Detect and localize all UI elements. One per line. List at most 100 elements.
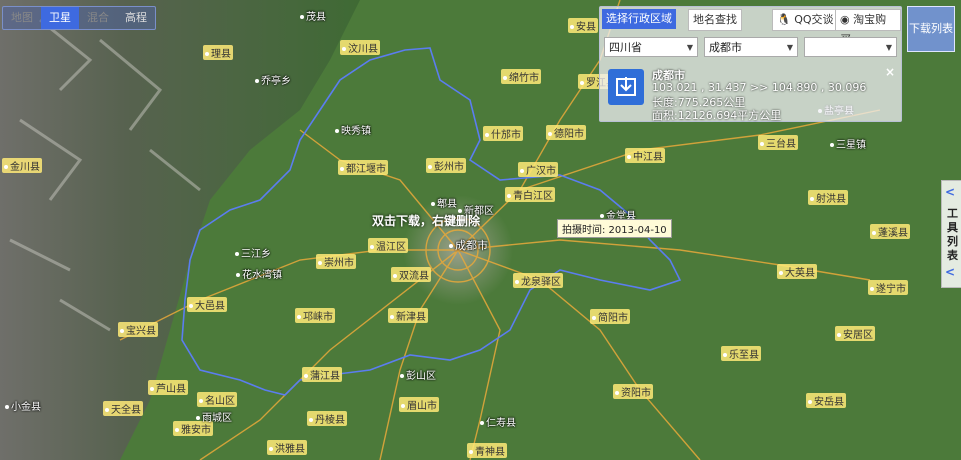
- map-place-label: 小金县: [5, 398, 41, 413]
- map-place-label: 乔亭乡: [255, 72, 291, 87]
- place-name: 双流县: [399, 271, 429, 282]
- place-dot-icon: [480, 421, 484, 425]
- map-place-label: 安居区: [835, 326, 875, 341]
- place-dot-icon: [872, 231, 876, 235]
- place-name: 金川县: [10, 162, 40, 173]
- place-name: 邛崃市: [303, 312, 333, 323]
- double-click-hint: 双击下载，右键删除: [372, 214, 481, 228]
- place-name: 仁寿县: [486, 418, 516, 429]
- place-name: 龙泉驿区: [521, 277, 561, 288]
- map-place-label: 芦山县: [148, 380, 188, 395]
- map-place-label: 遂宁市: [868, 280, 908, 295]
- map-tab-hybrid[interactable]: 混合: [79, 7, 117, 29]
- place-dot-icon: [723, 353, 727, 357]
- city-value: 成都市: [709, 41, 742, 54]
- map-place-label: 青白江区: [505, 187, 555, 202]
- district-select[interactable]: ▼: [804, 37, 897, 57]
- chevron-left-icon[interactable]: <: [945, 185, 955, 199]
- place-dot-icon: [830, 143, 834, 147]
- place-dot-icon: [175, 428, 179, 432]
- map-place-label: 仁寿县: [480, 414, 516, 429]
- place-dot-icon: [627, 155, 631, 159]
- place-dot-icon: [449, 244, 453, 248]
- place-name: 茂县: [306, 12, 326, 23]
- place-dot-icon: [485, 133, 489, 137]
- region-download-icon[interactable]: [608, 69, 644, 105]
- photo-time-tooltip: 拍摄时间: 2013-04-10: [557, 219, 672, 238]
- map-place-label: 简阳市: [590, 309, 630, 324]
- place-dot-icon: [431, 202, 435, 206]
- place-name: 大英县: [785, 268, 815, 279]
- qq-chat-label: QQ交谈: [794, 13, 834, 26]
- place-dot-icon: [390, 315, 394, 319]
- place-name: 都江堰市: [346, 164, 386, 175]
- place-dot-icon: [255, 79, 259, 83]
- qq-chat-button[interactable]: 🐧 QQ交谈: [772, 9, 839, 31]
- city-select[interactable]: 成都市 ▼: [704, 37, 798, 57]
- map-place-label: 射洪县: [808, 190, 848, 205]
- place-name: 温江区: [376, 242, 406, 253]
- place-dot-icon: [548, 132, 552, 136]
- map-place-label: 邛崃市: [295, 308, 335, 323]
- close-icon[interactable]: ×: [885, 65, 895, 79]
- place-name: 崇州市: [324, 258, 354, 269]
- map-place-label: 映秀镇: [335, 122, 371, 137]
- map-place-label: 龙泉驿区: [513, 273, 563, 288]
- tab-place-search[interactable]: 地名查找: [688, 9, 742, 31]
- map-place-label: 名山区: [197, 392, 237, 407]
- map-place-label: 广汉市: [518, 162, 558, 177]
- qq-icon: 🐧: [777, 13, 791, 26]
- place-dot-icon: [236, 273, 240, 277]
- place-name: 简阳市: [598, 313, 628, 324]
- map-place-label: 大邑县: [187, 297, 227, 312]
- place-dot-icon: [393, 274, 397, 278]
- place-name: 映秀镇: [341, 126, 371, 137]
- chevron-down-icon: ▼: [885, 43, 892, 52]
- place-name: 郫县: [437, 199, 457, 210]
- place-dot-icon: [760, 142, 764, 146]
- place-name: 洪雅县: [275, 444, 305, 455]
- map-place-label: 新津县: [388, 308, 428, 323]
- place-dot-icon: [600, 214, 604, 218]
- place-name: 蒲江县: [310, 371, 340, 382]
- map-place-label: 天全县: [103, 401, 143, 416]
- place-name: 雨城区: [202, 413, 232, 424]
- province-select[interactable]: 四川省 ▼: [604, 37, 698, 57]
- taobao-buy-button[interactable]: ◉ 淘宝购买: [835, 9, 901, 46]
- map-place-label: 大英县: [777, 264, 817, 279]
- map-tab-elevation[interactable]: 高程: [117, 7, 155, 29]
- map-place-label: 花水湾镇: [236, 266, 282, 281]
- map-place-label: 都江堰市: [338, 160, 388, 175]
- place-dot-icon: [105, 408, 109, 412]
- tab-admin-region[interactable]: 选择行政区域: [602, 9, 676, 29]
- map-place-label: 茂县: [300, 8, 326, 23]
- map-place-label: 资阳市: [613, 384, 653, 399]
- place-name: 青白江区: [513, 191, 553, 202]
- place-dot-icon: [335, 129, 339, 133]
- map-place-label: 崇州市: [316, 254, 356, 269]
- chevron-left-icon[interactable]: <: [945, 265, 955, 279]
- map-tab-satellite[interactable]: 卫星: [41, 7, 79, 29]
- download-list-button[interactable]: 下载列表: [907, 6, 955, 52]
- map-place-label: 三星镇: [830, 136, 866, 151]
- map-place-label: 什邡市: [483, 126, 523, 141]
- map-place-label: 丹棱县: [307, 411, 347, 426]
- place-name: 中江县: [633, 152, 663, 163]
- place-name: 三江乡: [241, 249, 271, 260]
- map-place-label: 三江乡: [235, 245, 271, 260]
- map-place-label: 三台县: [758, 135, 798, 150]
- map-place-label: 金川县: [2, 158, 42, 173]
- place-dot-icon: [870, 287, 874, 291]
- map-place-label: 德阳市: [546, 125, 586, 140]
- place-name: 彭州市: [434, 162, 464, 173]
- map-tab-map[interactable]: 地图: [3, 7, 41, 29]
- place-name: 三星镇: [836, 140, 866, 151]
- map-place-label: 眉山市: [399, 397, 439, 412]
- place-dot-icon: [189, 304, 193, 308]
- place-dot-icon: [205, 52, 209, 56]
- chevron-down-icon: ▼: [786, 43, 793, 52]
- place-dot-icon: [370, 245, 374, 249]
- place-name: 什邡市: [491, 130, 521, 141]
- tools-panel-toggle[interactable]: < 工具列表 <: [941, 180, 961, 288]
- place-dot-icon: [297, 315, 301, 319]
